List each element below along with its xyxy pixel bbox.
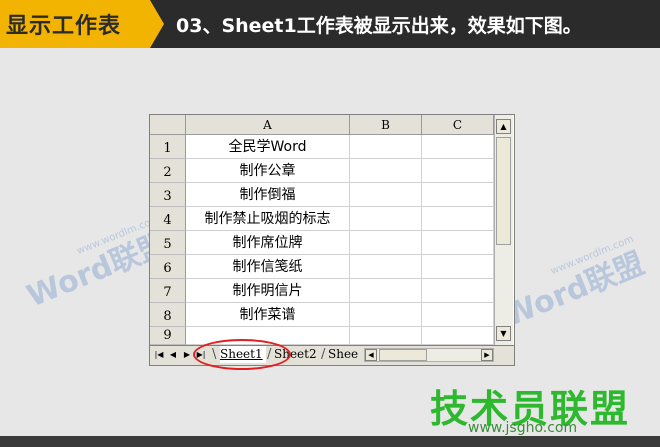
cell-a3[interactable]: 制作倒福 [186, 183, 350, 207]
site-logo-url: www.jsgho.com [468, 420, 578, 436]
cell-a8[interactable]: 制作菜谱 [186, 303, 350, 327]
cell-b7[interactable] [350, 279, 422, 303]
cell-a4[interactable]: 制作禁止吸烟的标志 [186, 207, 350, 231]
cell-c3[interactable] [422, 183, 494, 207]
cell-b3[interactable] [350, 183, 422, 207]
cell-c9[interactable] [422, 327, 494, 345]
row-header[interactable]: 9 [150, 327, 186, 345]
row-header[interactable]: 1 [150, 135, 186, 159]
tutorial-banner: 显示工作表 03、Sheet1工作表被显示出来，效果如下图。 [0, 0, 660, 48]
select-all-corner[interactable] [150, 115, 186, 135]
section-badge-label: 显示工作表 [6, 14, 122, 39]
step-title: 03、Sheet1工作表被显示出来，效果如下图。 [176, 15, 582, 37]
sheet1-highlight-circle [193, 339, 291, 370]
column-header-a[interactable]: A [186, 115, 350, 135]
cell-b4[interactable] [350, 207, 422, 231]
horizontal-scroll-thumb[interactable] [379, 349, 427, 361]
cell-a7[interactable]: 制作明信片 [186, 279, 350, 303]
scroll-right-button[interactable]: ▶ [481, 349, 493, 361]
cell-b5[interactable] [350, 231, 422, 255]
scroll-up-button[interactable]: ▲ [496, 119, 511, 134]
cell-a5[interactable]: 制作席位牌 [186, 231, 350, 255]
cell-c5[interactable] [422, 231, 494, 255]
badge-arrow [150, 0, 164, 48]
tab-separator: / [321, 347, 326, 362]
row-header[interactable]: 4 [150, 207, 186, 231]
cell-a1[interactable]: 全民学Word [186, 135, 350, 159]
cell-c1[interactable] [422, 135, 494, 159]
watermark-right: Word联盟 [498, 246, 650, 335]
cell-b2[interactable] [350, 159, 422, 183]
cell-b8[interactable] [350, 303, 422, 327]
first-sheet-button[interactable]: |◀ [153, 349, 165, 361]
scroll-left-button[interactable]: ◀ [365, 349, 377, 361]
spreadsheet-window: A B C 1 全民学Word 2 制作公章 3 制作倒福 4 制作禁止吸烟的标… [149, 114, 515, 366]
row-header[interactable]: 7 [150, 279, 186, 303]
row-header[interactable]: 3 [150, 183, 186, 207]
column-header-b[interactable]: B [350, 115, 422, 135]
row-header[interactable]: 2 [150, 159, 186, 183]
row-header[interactable]: 5 [150, 231, 186, 255]
tab-sheet3[interactable]: Shee [328, 346, 360, 363]
row-header[interactable]: 8 [150, 303, 186, 327]
cell-a2[interactable]: 制作公章 [186, 159, 350, 183]
scroll-down-button[interactable]: ▼ [496, 326, 511, 341]
cell-c4[interactable] [422, 207, 494, 231]
prev-sheet-button[interactable]: ◀ [167, 349, 179, 361]
vertical-scrollbar[interactable]: ▲ ▼ [494, 115, 513, 345]
bottom-strip [0, 436, 660, 447]
section-badge: 显示工作表 [0, 0, 150, 48]
vertical-scroll-thumb[interactable] [496, 137, 511, 245]
cell-c6[interactable] [422, 255, 494, 279]
next-sheet-button[interactable]: ▶ [181, 349, 193, 361]
cell-c2[interactable] [422, 159, 494, 183]
cell-b6[interactable] [350, 255, 422, 279]
cell-c8[interactable] [422, 303, 494, 327]
row-header[interactable]: 6 [150, 255, 186, 279]
horizontal-scrollbar[interactable]: ◀ ▶ [364, 348, 494, 362]
cell-b9[interactable] [350, 327, 422, 345]
cell-c7[interactable] [422, 279, 494, 303]
cell-b1[interactable] [350, 135, 422, 159]
column-header-c[interactable]: C [422, 115, 494, 135]
cell-a6[interactable]: 制作信笺纸 [186, 255, 350, 279]
